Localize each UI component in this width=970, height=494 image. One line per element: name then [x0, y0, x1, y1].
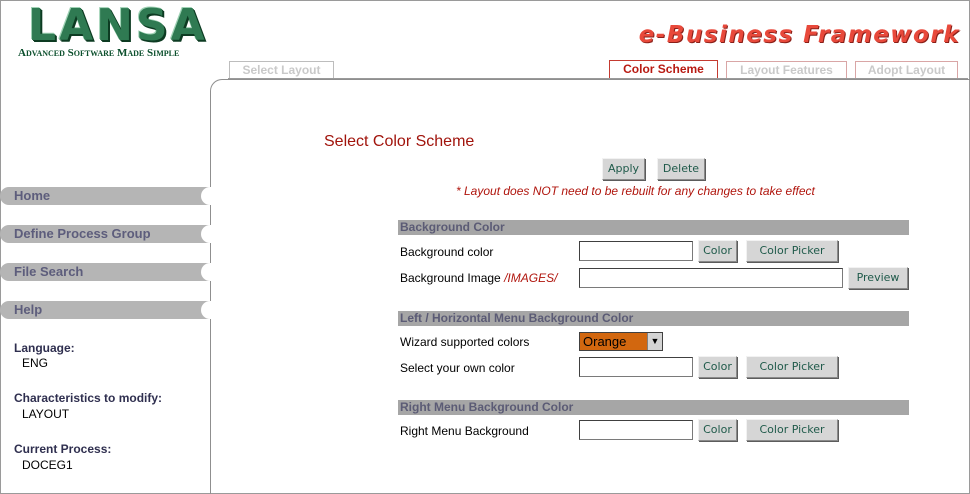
background-color-input[interactable] [579, 241, 693, 261]
wizard-colors-label: Wizard supported colors [400, 335, 530, 349]
apply-button[interactable]: Apply [602, 158, 645, 180]
characteristics-label: Characteristics to modify: [14, 391, 163, 405]
logo-tagline: Advanced Software Made Simple [18, 47, 180, 59]
section-background-color: Background Color [398, 220, 909, 235]
framework-title: e-Business Framework [638, 22, 960, 48]
page-title: Select Color Scheme [324, 133, 475, 150]
background-image-label: Background Image /IMAGES/ [400, 271, 557, 285]
right-menu-label: Right Menu Background [400, 424, 529, 438]
current-process-label: Current Process: [14, 442, 112, 456]
wizard-colors-select[interactable]: Orange ▼ [579, 332, 663, 351]
wizard-colors-selected: Orange [583, 334, 627, 349]
right-menu-color-picker-button[interactable]: Color Picker [746, 419, 838, 441]
current-process-value: DOCEG1 [22, 458, 73, 472]
sidebar-item-define-process-group[interactable]: Define Process Group [0, 225, 211, 243]
dropdown-arrow-icon[interactable]: ▼ [647, 333, 662, 350]
section-right-menu-color: Right Menu Background Color [398, 400, 909, 415]
background-image-input[interactable] [579, 268, 843, 288]
sidebar-item-home[interactable]: Home [0, 187, 211, 205]
images-path: /IMAGES/ [504, 271, 558, 285]
tab-color-scheme[interactable]: Color Scheme [609, 60, 718, 79]
background-color-button[interactable]: Color [698, 240, 737, 262]
delete-button[interactable]: Delete [657, 158, 705, 180]
own-color-button[interactable]: Color [698, 356, 737, 378]
background-image-label-text: Background Image [400, 271, 501, 285]
section-left-menu-color: Left / Horizontal Menu Background Color [398, 311, 909, 326]
language-value: ENG [22, 356, 49, 370]
own-color-picker-button[interactable]: Color Picker [746, 356, 838, 378]
background-color-picker-button[interactable]: Color Picker [746, 240, 838, 262]
right-menu-color-button[interactable]: Color [698, 419, 737, 441]
right-menu-input[interactable] [579, 420, 693, 440]
own-color-label: Select your own color [400, 361, 515, 375]
own-color-input[interactable] [579, 357, 693, 377]
preview-button[interactable]: Preview [848, 267, 908, 289]
tab-adopt-layout[interactable]: Adopt Layout [855, 61, 958, 79]
background-color-label: Background color [400, 245, 494, 259]
sidebar-item-help[interactable]: Help [0, 301, 211, 319]
sidebar-item-file-search[interactable]: File Search [0, 263, 211, 281]
language-label: Language: [14, 341, 75, 355]
tab-select-layout[interactable]: Select Layout [229, 61, 334, 79]
tab-layout-features[interactable]: Layout Features [726, 61, 847, 79]
lansa-logo: LANSA Advanced Software Made Simple [18, 4, 205, 64]
rebuild-note: * Layout does NOT need to be rebuilt for… [456, 184, 815, 198]
characteristics-value: LAYOUT [22, 407, 70, 421]
logo-wordmark: LANSA [28, 0, 208, 51]
